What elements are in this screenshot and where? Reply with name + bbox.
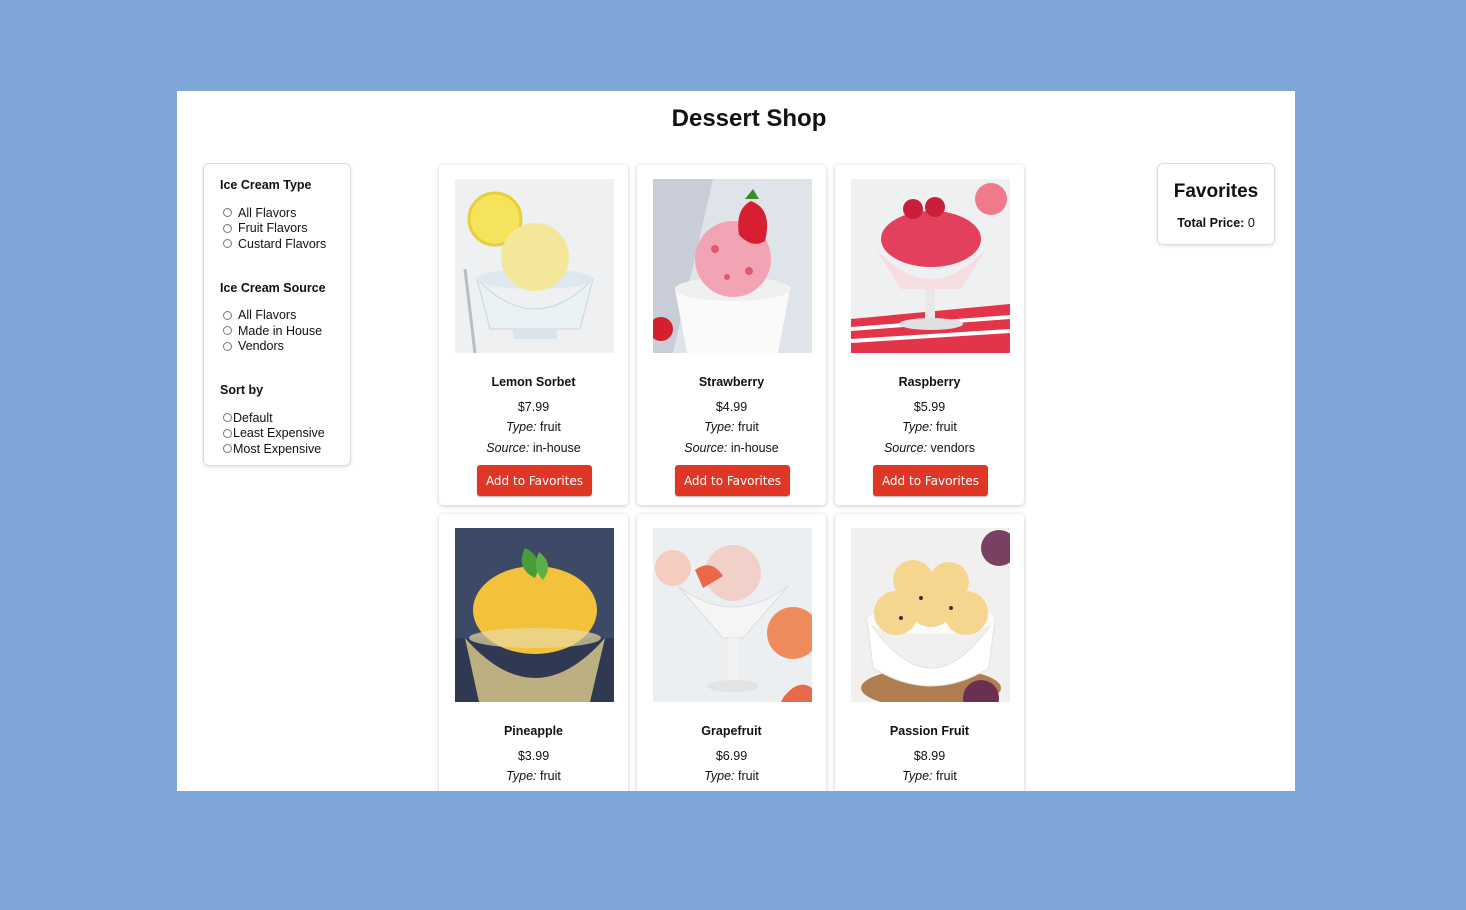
favorites-panel: Favorites Total Price: 0 — [1157, 163, 1275, 245]
product-name: Strawberry — [698, 375, 765, 389]
product-price: $3.99 — [517, 749, 550, 763]
product-image — [653, 179, 812, 353]
product-source: Source: vendors — [835, 441, 1024, 455]
product-image — [653, 528, 812, 702]
radio-option[interactable]: Most Expensive — [220, 441, 350, 457]
product-name: Lemon Sorbet — [491, 375, 576, 389]
radio-button[interactable] — [223, 341, 232, 351]
product-type: Type: fruit — [835, 769, 1024, 783]
total-price: Total Price: 0 — [1158, 216, 1274, 230]
add-to-favorites-button[interactable]: Add to Favorites — [477, 465, 592, 496]
product-card: Raspberry $5.99 Type: fruit Source: vend… — [835, 165, 1024, 505]
product-image — [851, 179, 1010, 353]
radio-label: Made in House — [238, 323, 323, 338]
type-label: Type: — [506, 420, 537, 434]
radio-option[interactable]: Made in House — [220, 323, 350, 339]
radio-label: Most Expensive — [233, 441, 322, 456]
filter-title: Sort by — [220, 383, 264, 397]
type-value: fruit — [539, 769, 561, 783]
type-label: Type: — [704, 769, 735, 783]
radio-option[interactable]: All Flavors — [220, 205, 350, 221]
product-card: Lemon Sorbet $7.99 Type: fruit Source: i… — [439, 165, 628, 505]
product-card: Passion Fruit $8.99 Type: fruit — [835, 514, 1024, 791]
radio-label: Fruit Flavors — [238, 221, 308, 236]
product-type: Type: fruit — [835, 420, 1024, 434]
add-to-favorites-button[interactable]: Add to Favorites — [675, 465, 790, 496]
radio-option[interactable]: Fruit Flavors — [220, 221, 350, 237]
source-value: vendors — [930, 441, 976, 455]
radio-label: Custard Flavors — [238, 236, 327, 251]
type-value: fruit — [737, 420, 759, 434]
product-type: Type: fruit — [439, 769, 628, 783]
product-image — [455, 528, 614, 702]
type-label: Type: — [506, 769, 537, 783]
product-name: Raspberry — [898, 375, 961, 389]
radio-label: Default — [233, 410, 273, 425]
radio-option[interactable]: Custard Flavors — [220, 236, 350, 252]
radio-option[interactable]: All Flavors — [220, 308, 350, 324]
product-name: Passion Fruit — [889, 724, 970, 738]
product-image — [455, 179, 614, 353]
product-source: Source: in-house — [439, 441, 628, 455]
type-value: fruit — [737, 769, 759, 783]
product-card: Strawberry $4.99 Type: fruit Source: in-… — [637, 165, 826, 505]
total-price-value: 0 — [1247, 216, 1255, 230]
radio-button[interactable] — [223, 223, 232, 233]
product-price: $7.99 — [517, 400, 550, 414]
product-type: Type: fruit — [637, 769, 826, 783]
radio-label: All Flavors — [238, 205, 297, 220]
dessert-shop-window: Dessert Shop Ice Cream Type All Flavors … — [177, 91, 1295, 791]
radio-label: All Flavors — [238, 308, 297, 323]
radio-button[interactable] — [223, 444, 232, 454]
page-title: Dessert Shop — [671, 105, 827, 132]
type-label: Type: — [902, 420, 933, 434]
ice-cream-source-filter: Ice Cream Source All Flavors Made in Hou… — [220, 281, 350, 355]
type-label: Type: — [704, 420, 735, 434]
source-value: in-house — [730, 441, 779, 455]
product-price: $8.99 — [913, 749, 946, 763]
radio-button[interactable] — [223, 310, 232, 320]
sort-by-filter: Sort by Default Least Expensive Most Exp… — [220, 383, 350, 457]
product-price: $4.99 — [715, 400, 748, 414]
filter-title: Ice Cream Source — [220, 280, 326, 295]
product-name: Pineapple — [503, 724, 564, 738]
filter-panel: Ice Cream Type All Flavors Fruit Flavors… — [203, 163, 351, 466]
type-value: fruit — [539, 420, 561, 434]
radio-button[interactable] — [223, 326, 232, 336]
total-price-label: Total Price: — [1177, 216, 1245, 230]
radio-label: Least Expensive — [233, 426, 325, 441]
type-label: Type: — [902, 769, 933, 783]
radio-label: Vendors — [238, 339, 284, 354]
radio-button[interactable] — [223, 208, 232, 218]
radio-option[interactable]: Vendors — [220, 339, 350, 355]
filter-title: Ice Cream Type — [220, 178, 312, 192]
product-image — [851, 528, 1010, 702]
radio-button[interactable] — [223, 413, 232, 423]
radio-button[interactable] — [223, 239, 232, 249]
product-source: Source: in-house — [637, 441, 826, 455]
product-type: Type: fruit — [439, 420, 628, 434]
type-value: fruit — [935, 420, 957, 434]
product-card: Pineapple $3.99 Type: fruit — [439, 514, 628, 791]
favorites-title: Favorites — [1173, 181, 1259, 202]
product-type: Type: fruit — [637, 420, 826, 434]
source-label: Source: — [486, 441, 530, 455]
source-label: Source: — [684, 441, 728, 455]
type-value: fruit — [935, 769, 957, 783]
product-price: $6.99 — [715, 749, 748, 763]
source-value: in-house — [532, 441, 581, 455]
radio-option[interactable]: Least Expensive — [220, 426, 350, 442]
add-to-favorites-button[interactable]: Add to Favorites — [873, 465, 988, 496]
product-name: Grapefruit — [701, 724, 762, 738]
source-label: Source: — [883, 441, 928, 455]
radio-button[interactable] — [223, 428, 232, 438]
radio-option[interactable]: Default — [220, 410, 350, 426]
product-card: Grapefruit $6.99 Type: fruit — [637, 514, 826, 791]
product-price: $5.99 — [913, 400, 946, 414]
ice-cream-type-filter: Ice Cream Type All Flavors Fruit Flavors… — [220, 178, 350, 252]
